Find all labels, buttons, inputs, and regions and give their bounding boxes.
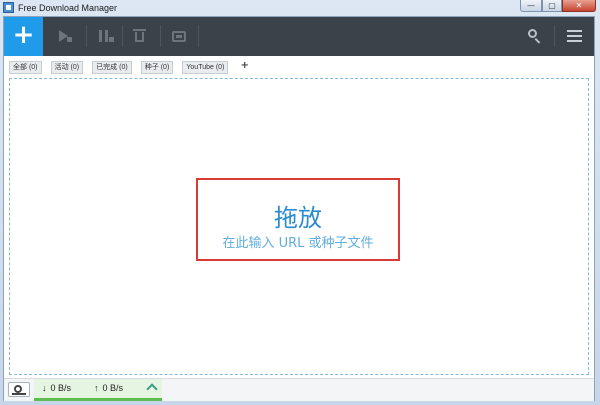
toolbar-divider: [86, 25, 87, 47]
toolbar-divider: [198, 25, 199, 47]
download-speed: ↓ 0 B/s: [42, 383, 71, 393]
tab-active[interactable]: 活动 (0): [50, 61, 84, 74]
add-tab-button[interactable]: +: [237, 61, 251, 72]
close-button[interactable]: ✕: [562, 0, 596, 12]
tab-torrents[interactable]: 种子 (0): [140, 61, 174, 74]
upload-speed-value: 0 B/s: [102, 383, 124, 393]
tab-all[interactable]: 全部 (0): [9, 61, 42, 74]
minimize-button[interactable]: —: [520, 0, 542, 12]
drop-zone-highlight: 拖放 在此输入 URL 或种子文件: [196, 178, 400, 261]
add-download-button[interactable]: +: [4, 17, 43, 56]
window-title: Free Download Manager: [18, 3, 118, 13]
toolbar: +: [4, 17, 594, 56]
trash-icon[interactable]: [131, 28, 149, 44]
move-icon[interactable]: [170, 28, 188, 44]
app-window: Free Download Manager — ▢ ✕ + 全部 (0) 活动 …: [0, 0, 600, 405]
filter-tabs: 全部 (0) 活动 (0) 已完成 (0) 种子 (0) YouTube (0)…: [9, 61, 252, 75]
toolbar-divider: [554, 25, 555, 47]
toolbar-divider: [122, 25, 123, 47]
toolbar-divider: [160, 25, 161, 47]
chevron-up-icon[interactable]: [146, 383, 158, 395]
main-content: + 全部 (0) 活动 (0) 已完成 (0) 种子 (0) YouTube (…: [3, 16, 595, 401]
tab-youtube[interactable]: YouTube (0): [182, 61, 229, 74]
upload-arrow-icon: ↑: [94, 383, 99, 393]
drop-subtitle: 在此输入 URL 或种子文件: [222, 236, 374, 251]
play-icon[interactable]: [56, 28, 74, 44]
download-speed-value: 0 B/s: [50, 383, 72, 393]
search-icon[interactable]: [526, 28, 544, 44]
menu-icon[interactable]: [566, 28, 584, 44]
title-bar[interactable]: Free Download Manager — ▢ ✕: [0, 0, 600, 16]
app-logo-icon: [3, 2, 14, 13]
drop-title: 拖放: [274, 204, 322, 232]
upload-speed: ↑ 0 B/s: [94, 383, 123, 393]
drop-zone[interactable]: 拖放 在此输入 URL 或种子文件: [9, 78, 589, 375]
speed-mode-icon[interactable]: [8, 382, 30, 397]
status-bar: ↓ 0 B/s ↑ 0 B/s: [4, 378, 594, 401]
pause-icon[interactable]: [96, 28, 114, 44]
speed-panel[interactable]: ↓ 0 B/s ↑ 0 B/s: [34, 379, 162, 401]
maximize-button[interactable]: ▢: [542, 0, 562, 12]
tab-completed[interactable]: 已完成 (0): [92, 61, 132, 74]
download-arrow-icon: ↓: [42, 383, 47, 393]
